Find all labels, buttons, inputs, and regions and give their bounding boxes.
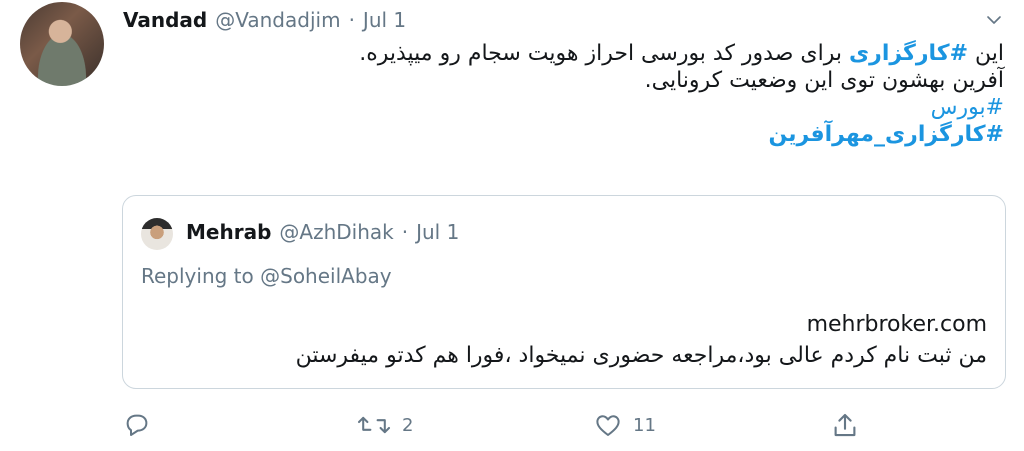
tweet-line-2: آفرین بهشون توی این وضعیت کرونایی. [644, 68, 1004, 93]
like-count: 11 [633, 414, 656, 436]
tweet-line-1: این #کارگزاری برای صدور کد بورسی احراز ه… [204, 40, 1004, 67]
heart-icon [593, 410, 623, 440]
hashtag-link[interactable]: #کارگزاری [849, 41, 968, 66]
quoted-tweet-header: Mehrab @AzhDihak · Jul 1 [186, 220, 459, 244]
tweet-line-1-rest: برای صدور کد بورسی احراز هویت سجام رو می… [359, 41, 849, 66]
hashtag-link[interactable]: #بورس [204, 94, 1004, 121]
hashtag-link[interactable]: #کارگزاری_مهرآفرین [204, 121, 1004, 148]
reply-icon [122, 410, 152, 440]
quoted-line-2: من ثبت نام کردم عالی بود،مراجعه حضوری نم… [295, 343, 987, 368]
retweet-button[interactable]: 2 [356, 405, 413, 445]
replying-to-label: Replying to [141, 264, 254, 288]
tweet-text: این #کارگزاری برای صدور کد بورسی احراز ه… [204, 40, 1004, 148]
quoted-line-1: mehrbroker.com [806, 312, 987, 337]
tweet-date[interactable]: Jul 1 [363, 8, 406, 32]
chevron-down-icon[interactable] [982, 8, 1006, 32]
tweet-line-1-prefix: این [968, 41, 1004, 66]
author-handle[interactable]: @Vandadjim [215, 8, 340, 32]
tweet-header: Vandad @Vandadjim · Jul 1 [123, 7, 406, 33]
quoted-tweet-date: Jul 1 [416, 220, 460, 244]
retweet-count: 2 [402, 414, 414, 436]
quoted-author-name: Mehrab [186, 220, 272, 244]
share-icon [830, 410, 860, 440]
author-name[interactable]: Vandad [123, 8, 207, 32]
quoted-author-avatar [141, 218, 173, 250]
meta-separator: · [348, 8, 355, 32]
like-button[interactable]: 11 [593, 405, 656, 445]
replying-to: Replying to @SoheilAbay [141, 264, 392, 288]
reply-button[interactable] [122, 405, 152, 445]
quoted-tweet[interactable]: Mehrab @AzhDihak · Jul 1 Replying to @So… [122, 195, 1006, 389]
quoted-tweet-text: mehrbroker.com من ثبت نام کردم عالی بود،… [147, 309, 987, 371]
author-avatar[interactable] [20, 2, 104, 86]
tweet-actions: 2 11 [0, 405, 1024, 445]
share-button[interactable] [830, 405, 860, 445]
replying-to-handle: @SoheilAbay [260, 264, 392, 288]
quoted-author-handle: @AzhDihak [279, 220, 394, 244]
quoted-meta-separator: · [401, 220, 409, 244]
retweet-icon [356, 410, 392, 440]
